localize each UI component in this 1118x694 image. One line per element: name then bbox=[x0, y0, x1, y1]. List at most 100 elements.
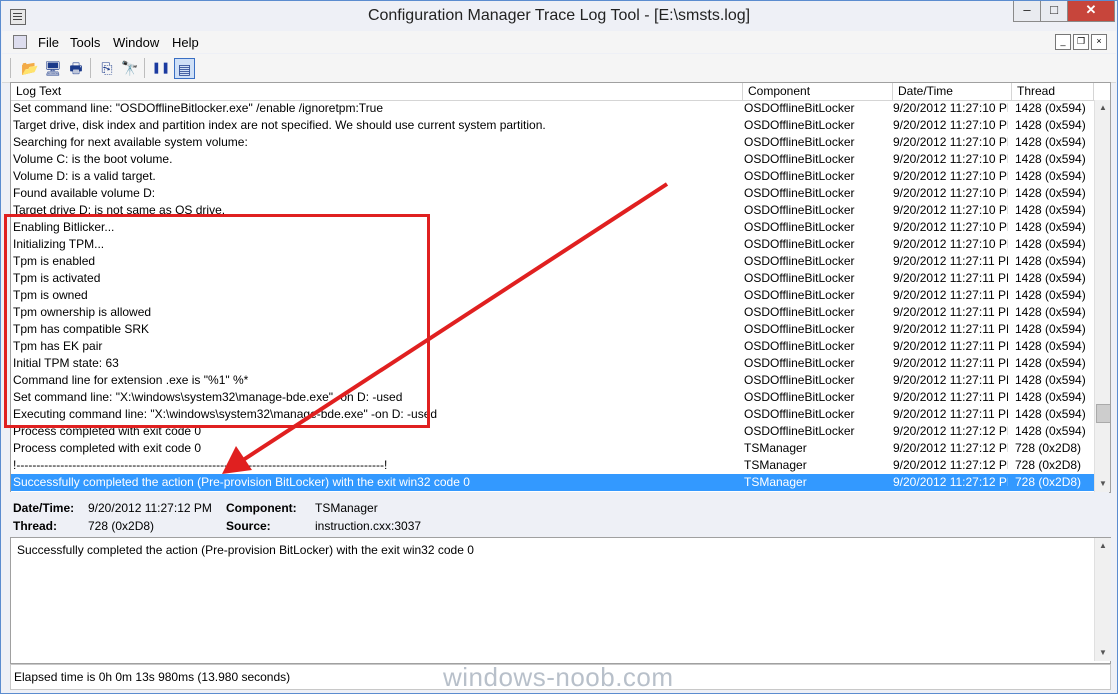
log-scrollbar[interactable]: ▲ ▼ bbox=[1094, 100, 1110, 492]
datetime-cell: 9/20/2012 11:27:12 PM bbox=[893, 441, 1008, 455]
maximize-button[interactable]: □ bbox=[1040, 1, 1068, 22]
menu-bar: File Tools Window Help _ ❐ × bbox=[2, 31, 1116, 53]
log-text-cell: Target drive, disk index and partition i… bbox=[13, 118, 546, 132]
minimize-button[interactable]: – bbox=[1013, 1, 1041, 22]
toolbar-separator bbox=[90, 58, 91, 78]
thread-cell: 728 (0x2D8) bbox=[1015, 441, 1082, 455]
datetime-cell: 9/20/2012 11:27:10 PM bbox=[893, 237, 1008, 251]
document-icon[interactable] bbox=[13, 35, 27, 49]
thread-cell: 1428 (0x594) bbox=[1015, 237, 1086, 251]
component-cell: OSDOfflineBitLocker bbox=[744, 305, 855, 319]
component-cell: TSManager bbox=[744, 475, 807, 489]
log-text-cell: Volume C: is the boot volume. bbox=[13, 152, 173, 166]
thread-cell: 1428 (0x594) bbox=[1015, 407, 1086, 421]
component-cell: OSDOfflineBitLocker bbox=[744, 135, 855, 149]
window-title: Configuration Manager Trace Log Tool - [… bbox=[367, 7, 751, 24]
menu-tools[interactable]: Tools bbox=[70, 35, 100, 50]
toolbar-separator bbox=[144, 58, 145, 78]
log-text-cell: Volume D: is a valid target. bbox=[13, 169, 156, 183]
datetime-value: 9/20/2012 11:27:12 PM bbox=[88, 501, 212, 515]
thread-cell: 1428 (0x594) bbox=[1015, 186, 1086, 200]
datetime-cell: 9/20/2012 11:27:11 PM bbox=[893, 254, 1008, 268]
table-row[interactable]: Target drive, disk index and partition i… bbox=[11, 117, 1094, 134]
component-cell: OSDOfflineBitLocker bbox=[744, 203, 855, 217]
log-text-cell: Process completed with exit code 0 bbox=[13, 441, 202, 455]
title-bar[interactable]: Configuration Manager Trace Log Tool - [… bbox=[1, 1, 1117, 31]
copy-icon[interactable]: ⎘ bbox=[97, 58, 117, 78]
scroll-down-icon[interactable]: ▼ bbox=[1095, 645, 1111, 661]
pause-icon[interactable]: ❚❚ bbox=[151, 58, 171, 78]
thread-cell: 1428 (0x594) bbox=[1015, 390, 1086, 404]
datetime-cell: 9/20/2012 11:27:11 PM bbox=[893, 407, 1008, 421]
close-button[interactable]: ✕ bbox=[1067, 1, 1115, 22]
table-row[interactable]: Set command line: "OSDOfflineBitlocker.e… bbox=[11, 100, 1094, 117]
source-label: Source: bbox=[226, 519, 271, 533]
thread-cell: 1428 (0x594) bbox=[1015, 322, 1086, 336]
thread-cell: 728 (0x2D8) bbox=[1015, 458, 1082, 472]
thread-cell: 728 (0x2D8) bbox=[1015, 475, 1082, 489]
highlight-icon[interactable]: ▤ bbox=[174, 58, 195, 79]
datetime-cell: 9/20/2012 11:27:10 PM bbox=[893, 169, 1008, 183]
source-value: instruction.cxx:3037 bbox=[315, 519, 422, 533]
component-cell: OSDOfflineBitLocker bbox=[744, 237, 855, 251]
component-cell: OSDOfflineBitLocker bbox=[744, 254, 855, 268]
mdi-close-button[interactable]: × bbox=[1091, 34, 1107, 50]
table-row[interactable]: !---------------------------------------… bbox=[11, 457, 1094, 474]
thread-cell: 1428 (0x594) bbox=[1015, 305, 1086, 319]
log-text-cell: Successfully completed the action (Pre-p… bbox=[13, 475, 470, 489]
table-row[interactable]: Searching for next available system volu… bbox=[11, 134, 1094, 151]
menu-help[interactable]: Help bbox=[172, 35, 199, 50]
open-computer-icon[interactable]: 🖥 bbox=[43, 58, 63, 78]
open-icon[interactable]: 📂 bbox=[20, 58, 40, 78]
component-cell: OSDOfflineBitLocker bbox=[744, 169, 855, 183]
print-icon[interactable]: 🖶 bbox=[66, 58, 86, 78]
thread-cell: 1428 (0x594) bbox=[1015, 135, 1086, 149]
menu-window[interactable]: Window bbox=[113, 35, 159, 50]
column-header-datetime[interactable]: Date/Time bbox=[893, 83, 1012, 100]
table-row[interactable]: Volume D: is a valid target. OSDOfflineBi… bbox=[11, 168, 1094, 185]
component-cell: OSDOfflineBitLocker bbox=[744, 152, 855, 166]
thread-cell: 1428 (0x594) bbox=[1015, 271, 1086, 285]
column-header-thread[interactable]: Thread bbox=[1012, 83, 1094, 100]
thread-label: Thread: bbox=[13, 519, 58, 533]
component-cell: OSDOfflineBitLocker bbox=[744, 118, 855, 132]
datetime-cell: 9/20/2012 11:27:11 PM bbox=[893, 322, 1008, 336]
datetime-cell: 9/20/2012 11:27:10 PM bbox=[893, 118, 1008, 132]
component-cell: OSDOfflineBitLocker bbox=[744, 322, 855, 336]
message-scrollbar[interactable]: ▲ ▼ bbox=[1094, 538, 1111, 661]
message-text: Successfully completed the action (Pre-p… bbox=[17, 543, 474, 557]
message-box[interactable]: Successfully completed the action (Pre-p… bbox=[10, 537, 1111, 664]
mdi-minimize-button[interactable]: _ bbox=[1055, 34, 1071, 50]
log-text-cell: Searching for next available system volu… bbox=[13, 135, 248, 149]
scroll-up-icon[interactable]: ▲ bbox=[1095, 100, 1110, 116]
component-label: Component: bbox=[226, 501, 297, 515]
thread-cell: 1428 (0x594) bbox=[1015, 356, 1086, 370]
datetime-cell: 9/20/2012 11:27:10 PM bbox=[893, 220, 1008, 234]
table-row[interactable]: Successfully completed the action (Pre-p… bbox=[11, 474, 1094, 491]
mdi-restore-button[interactable]: ❐ bbox=[1073, 34, 1089, 50]
table-row[interactable]: Found available volume D: OSDOfflineBitLo… bbox=[11, 185, 1094, 202]
datetime-cell: 9/20/2012 11:27:10 PM bbox=[893, 101, 1008, 115]
table-row[interactable]: Process completed with exit code 0 TSMana… bbox=[11, 440, 1094, 457]
thread-cell: 1428 (0x594) bbox=[1015, 169, 1086, 183]
datetime-cell: 9/20/2012 11:27:10 PM bbox=[893, 203, 1008, 217]
component-cell: OSDOfflineBitLocker bbox=[744, 373, 855, 387]
table-row[interactable]: Volume C: is the boot volume. OSDOfflineB… bbox=[11, 151, 1094, 168]
scroll-thumb[interactable] bbox=[1096, 404, 1110, 423]
scroll-up-icon[interactable]: ▲ bbox=[1095, 538, 1111, 554]
thread-cell: 1428 (0x594) bbox=[1015, 254, 1086, 268]
column-header-log-text[interactable]: Log Text bbox=[11, 83, 743, 100]
menu-file[interactable]: File bbox=[38, 35, 59, 50]
find-icon[interactable]: 🔭 bbox=[120, 58, 140, 78]
datetime-cell: 9/20/2012 11:27:11 PM bbox=[893, 339, 1008, 353]
datetime-cell: 9/20/2012 11:27:11 PM bbox=[893, 356, 1008, 370]
component-value: TSManager bbox=[315, 501, 378, 515]
datetime-cell: 9/20/2012 11:27:12 PM bbox=[893, 475, 1008, 489]
component-cell: OSDOfflineBitLocker bbox=[744, 407, 855, 421]
column-header-component[interactable]: Component bbox=[743, 83, 893, 100]
component-cell: OSDOfflineBitLocker bbox=[744, 390, 855, 404]
datetime-cell: 9/20/2012 11:27:11 PM bbox=[893, 305, 1008, 319]
scroll-down-icon[interactable]: ▼ bbox=[1095, 476, 1110, 492]
details-panel: Date/Time: 9/20/2012 11:27:12 PM Compone… bbox=[10, 492, 1109, 536]
watermark: windows-noob.com bbox=[443, 662, 674, 692]
